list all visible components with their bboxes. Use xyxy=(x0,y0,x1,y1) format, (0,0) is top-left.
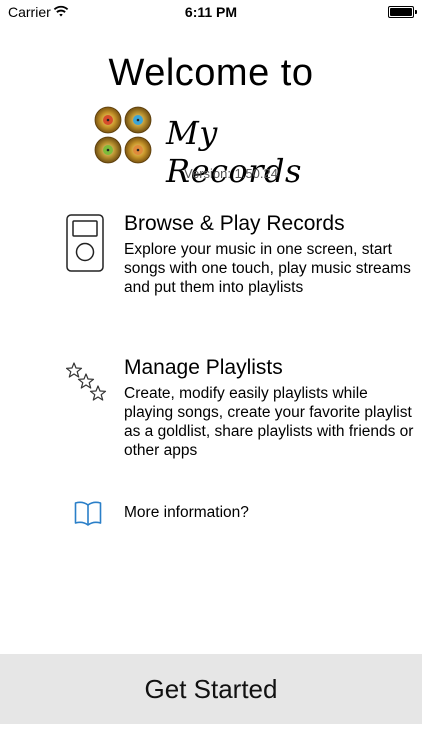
feature-description: Explore your music in one screen, start … xyxy=(124,241,411,296)
status-bar: Carrier 6:11 PM xyxy=(0,0,422,24)
get-started-button[interactable]: Get Started xyxy=(0,654,422,724)
status-time: 6:11 PM xyxy=(184,4,238,20)
battery-icon xyxy=(388,6,417,18)
stars-icon xyxy=(66,362,107,401)
feature-description: Create, modify easily playlists while pl… xyxy=(124,385,414,459)
app-logo: My Records xyxy=(94,106,334,190)
feature-title: Manage Playlists xyxy=(124,356,283,379)
feature-browse-play: Browse & Play Records Explore your music… xyxy=(124,212,414,297)
music-player-icon xyxy=(66,214,104,272)
more-info-link[interactable]: More information? xyxy=(124,504,249,522)
book-icon[interactable] xyxy=(74,500,102,526)
version-label: Version: 1.50.24 xyxy=(184,166,278,181)
feature-manage-playlists: Manage Playlists Create, modify easily p… xyxy=(124,356,414,460)
feature-title: Browse & Play Records xyxy=(124,212,345,235)
records-logo-icon xyxy=(94,106,152,164)
welcome-title: Welcome to xyxy=(108,52,314,94)
